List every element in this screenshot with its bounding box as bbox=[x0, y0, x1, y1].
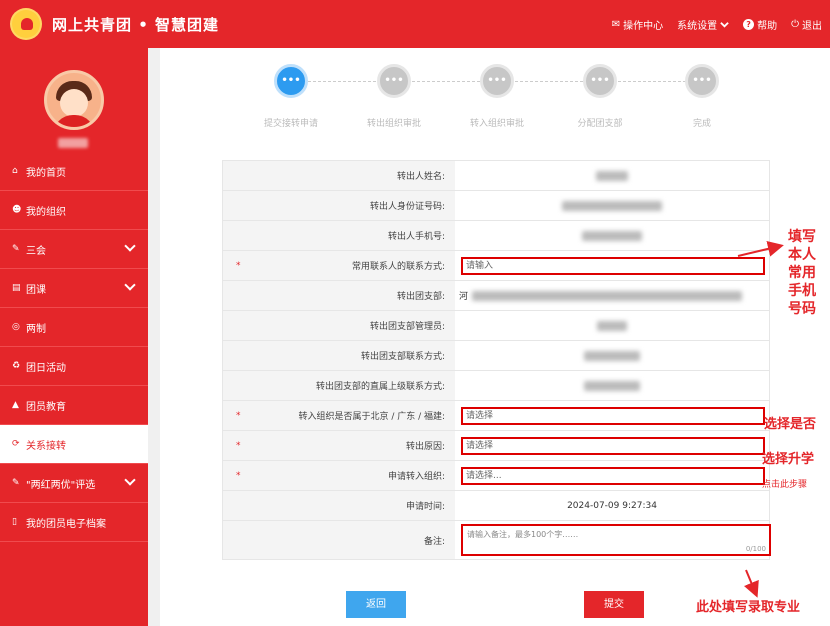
annotation-arrows bbox=[737, 240, 784, 598]
arrow-to-phone-note bbox=[737, 240, 784, 257]
annotation-select-graduate: 选择升学 bbox=[762, 452, 815, 467]
arrow-to-major-note bbox=[744, 569, 759, 598]
annotation-major-note: 此处填写录取专业 bbox=[696, 600, 801, 615]
annotation-click-step: 点击此步骤 bbox=[762, 480, 808, 490]
annotation-phone-note: 填写 本人 常用 手机 号码 bbox=[788, 229, 816, 317]
annotation-select-no: 选择是否 bbox=[764, 417, 817, 432]
